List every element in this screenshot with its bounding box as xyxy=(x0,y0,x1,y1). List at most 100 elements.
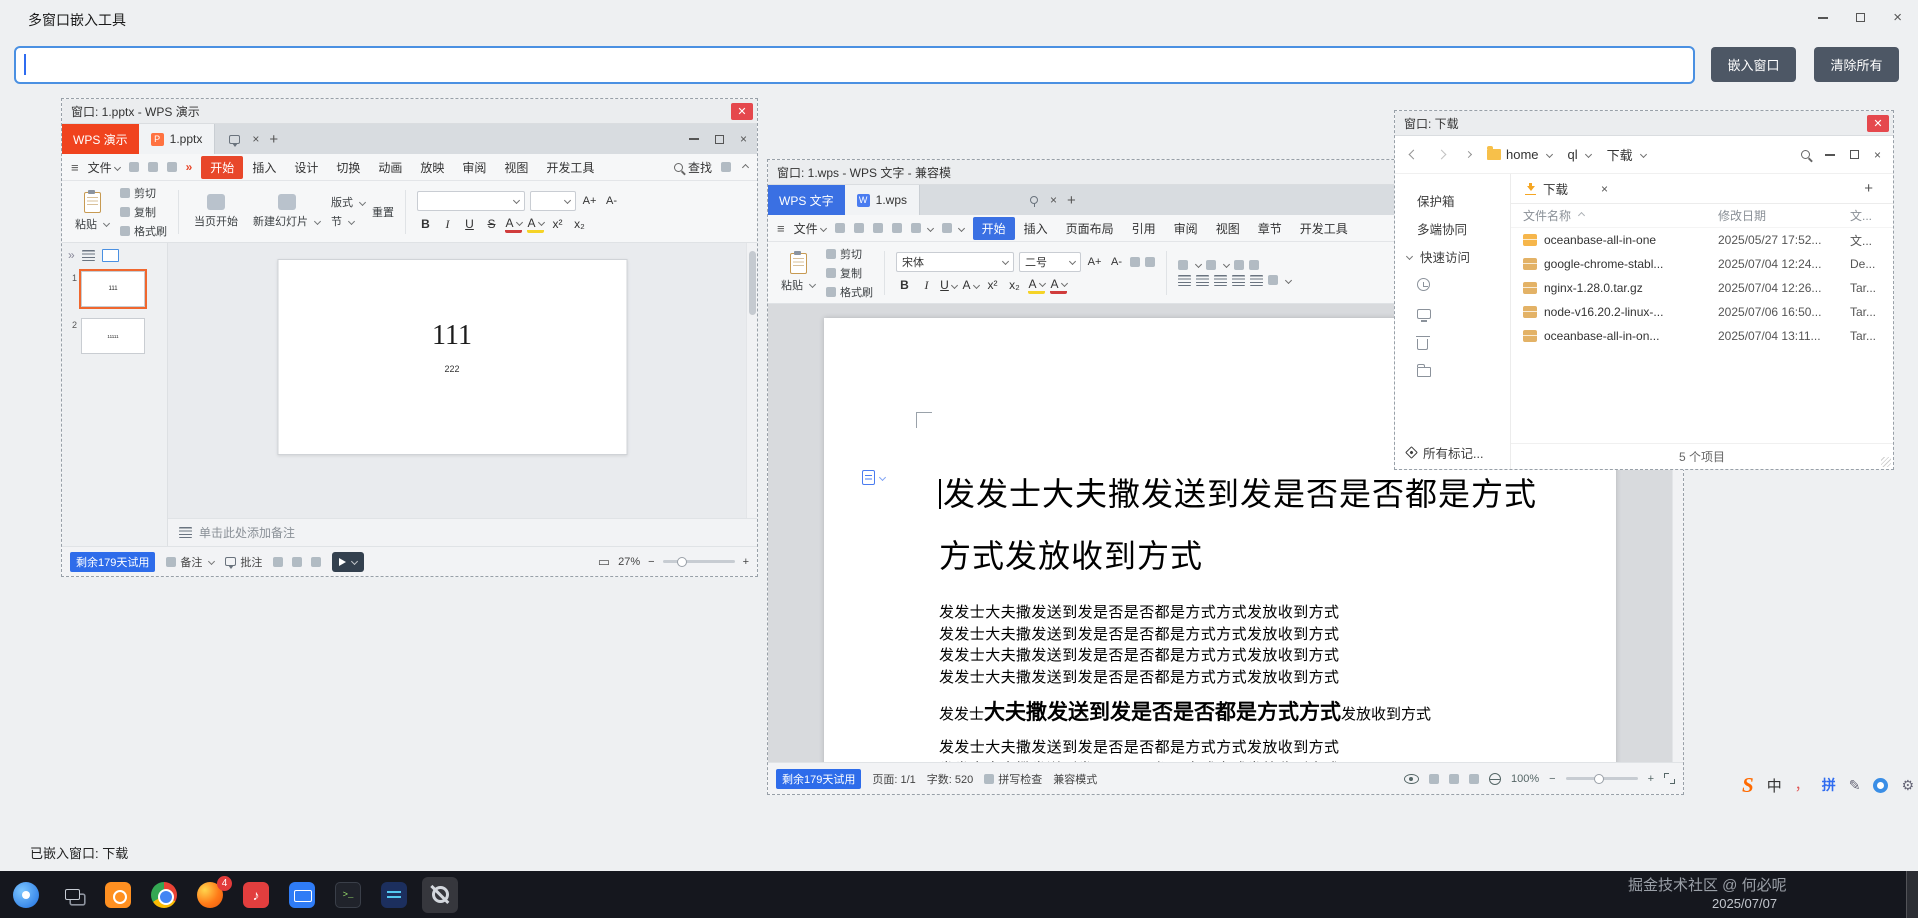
paste-button[interactable]: 粘贴 xyxy=(777,253,819,293)
increase-font-icon[interactable]: A+ xyxy=(1086,253,1103,270)
ppt-find-button[interactable]: 查找 xyxy=(674,159,712,176)
ppt-menu-item[interactable]: 开发工具 xyxy=(537,156,603,179)
search-icon[interactable] xyxy=(1801,150,1810,159)
writer-file-menu[interactable]: 文件 xyxy=(794,220,826,237)
scrollbar-thumb[interactable] xyxy=(749,251,756,315)
bold-icon[interactable]: B xyxy=(896,277,913,294)
decrease-font-icon[interactable]: A- xyxy=(603,192,620,209)
save-icon[interactable] xyxy=(129,162,139,172)
writer-menu-item[interactable]: 页面布局 xyxy=(1057,217,1123,240)
column-name[interactable]: 文件名称 xyxy=(1523,207,1718,224)
more-indicator-icon[interactable]: » xyxy=(186,160,193,174)
superscript-icon[interactable]: x² xyxy=(549,216,566,233)
sidebar-item-computer[interactable] xyxy=(1395,299,1510,328)
firefox-icon[interactable]: 4 xyxy=(192,877,228,913)
ppt-window-close-button[interactable]: ✕ xyxy=(731,103,753,120)
word-count[interactable]: 字数: 520 xyxy=(927,771,973,787)
writer-menu-item[interactable]: 章节 xyxy=(1249,217,1291,240)
settings-icon[interactable] xyxy=(422,877,458,913)
writer-menu-item[interactable]: 视图 xyxy=(1207,217,1249,240)
comments-toggle[interactable]: 批注 xyxy=(225,554,262,570)
feedback-icon[interactable] xyxy=(229,135,240,144)
fm-close-icon[interactable]: × xyxy=(1874,149,1881,161)
writer-menu-item[interactable]: 插入 xyxy=(1015,217,1057,240)
writer-menu-item[interactable]: 审阅 xyxy=(1165,217,1207,240)
ppt-menu-item[interactable]: 切换 xyxy=(327,156,369,179)
ime-punctuation-toggle[interactable]: ， xyxy=(1795,775,1809,795)
zoom-value[interactable]: 100% xyxy=(1511,773,1539,785)
breadcrumb-ql[interactable]: ql xyxy=(1568,147,1591,162)
align-center-icon[interactable] xyxy=(1196,275,1209,286)
settings-icon[interactable] xyxy=(721,162,731,172)
play-from-current-button[interactable]: 当页开始 xyxy=(190,194,242,229)
expand-path-icon[interactable] xyxy=(1465,151,1472,158)
superscript-icon[interactable]: x² xyxy=(984,277,1001,294)
ppt-app-restore-icon[interactable] xyxy=(715,135,724,144)
font-color-icon[interactable]: A xyxy=(505,216,522,233)
ime-tools-icon[interactable] xyxy=(1873,778,1888,793)
eye-protection-icon[interactable] xyxy=(1404,774,1419,784)
compat-mode-badge[interactable]: 兼容模式 xyxy=(1053,771,1097,787)
wps-writer-button[interactable]: WPS 文字 xyxy=(768,185,845,215)
sidebar-item-trash[interactable] xyxy=(1395,328,1510,357)
ppt-menu-item[interactable]: 审阅 xyxy=(453,156,495,179)
underline-icon[interactable]: U xyxy=(461,216,478,233)
zoom-out-icon[interactable]: − xyxy=(1549,773,1555,785)
files-window-titlebar[interactable]: 窗口: 下载 ✕ xyxy=(1395,111,1893,136)
sidebar-item-folder[interactable] xyxy=(1395,357,1510,386)
close-tab-icon[interactable]: × xyxy=(1050,194,1057,206)
file-row[interactable]: google-chrome-stabl... 2025/07/04 12:24.… xyxy=(1511,252,1893,276)
numbered-list-icon[interactable] xyxy=(1206,260,1216,270)
reading-view-icon[interactable] xyxy=(311,557,321,567)
ppt-app-close-icon[interactable]: × xyxy=(740,133,747,145)
web-layout-icon[interactable] xyxy=(1489,773,1501,785)
slide-sorter-icon[interactable] xyxy=(292,557,302,567)
embed-input[interactable] xyxy=(14,46,1695,84)
outline-view-icon[interactable] xyxy=(82,250,95,261)
files-window-close-button[interactable]: ✕ xyxy=(1867,115,1889,132)
page-view-icon[interactable] xyxy=(1429,774,1439,784)
print-icon[interactable] xyxy=(148,162,158,172)
web-view-icon[interactable] xyxy=(1469,774,1479,784)
slide-thumbnail[interactable]: 1 111 xyxy=(68,271,161,307)
writer-menu-item[interactable]: 引用 xyxy=(1123,217,1165,240)
wps-presentation-button[interactable]: WPS 演示 xyxy=(62,124,139,154)
notes-bar[interactable]: 单击此处添加备注 xyxy=(168,518,757,546)
strikethrough-icon[interactable]: A xyxy=(962,277,979,294)
column-type[interactable]: 文... xyxy=(1850,207,1881,224)
italic-icon[interactable]: I xyxy=(439,216,456,233)
ime-language-toggle[interactable]: 中 xyxy=(1767,775,1782,796)
slideshow-play-button[interactable] xyxy=(332,552,364,572)
highlight-icon[interactable]: A xyxy=(527,216,544,233)
app-store-icon[interactable] xyxy=(100,877,136,913)
font-size-combo[interactable]: 二号 xyxy=(1019,252,1081,272)
host-maximize-icon[interactable] xyxy=(1856,13,1865,22)
new-tab-button[interactable]: + xyxy=(259,124,288,154)
writer-doc-tab[interactable]: W 1.wps xyxy=(845,185,920,215)
section-button[interactable]: 节 xyxy=(331,213,365,229)
cut-button[interactable]: 剪切 xyxy=(826,246,873,262)
new-tab-button[interactable]: + xyxy=(1057,185,1086,215)
file-row[interactable]: oceanbase-all-in-on... 2025/07/04 13:11.… xyxy=(1511,324,1893,348)
copy-button[interactable]: 复制 xyxy=(120,204,167,220)
print-icon[interactable] xyxy=(854,223,864,233)
resize-grip[interactable] xyxy=(1881,457,1891,467)
bullet-list-icon[interactable] xyxy=(1178,260,1188,270)
chrome-icon[interactable] xyxy=(146,877,182,913)
ppt-file-menu[interactable]: 文件 xyxy=(88,159,120,176)
writer-menu-item[interactable]: 开发工具 xyxy=(1291,217,1357,240)
increase-font-icon[interactable]: A+ xyxy=(581,192,598,209)
trial-badge[interactable]: 剩余179天试用 xyxy=(70,552,155,572)
close-tab-icon[interactable]: × xyxy=(252,133,259,145)
preview-icon[interactable] xyxy=(167,162,177,172)
fit-slide-icon[interactable]: ▭ xyxy=(598,554,610,570)
clear-all-button[interactable]: 清除所有 xyxy=(1814,47,1899,82)
ppt-doc-tab[interactable]: P 1.pptx xyxy=(139,124,216,154)
strikethrough-icon[interactable]: S xyxy=(483,216,500,233)
new-slide-button[interactable]: 新建幻灯片 xyxy=(249,194,324,229)
embed-window-button[interactable]: 嵌入窗口 xyxy=(1711,47,1796,82)
font-name-combo[interactable]: 宋体 xyxy=(896,252,1014,272)
ime-pinyin-mode[interactable]: 拼 xyxy=(1822,775,1836,795)
file-row[interactable]: oceanbase-all-in-one 2025/05/27 17:52...… xyxy=(1511,228,1893,252)
editor-app-icon[interactable] xyxy=(376,877,412,913)
